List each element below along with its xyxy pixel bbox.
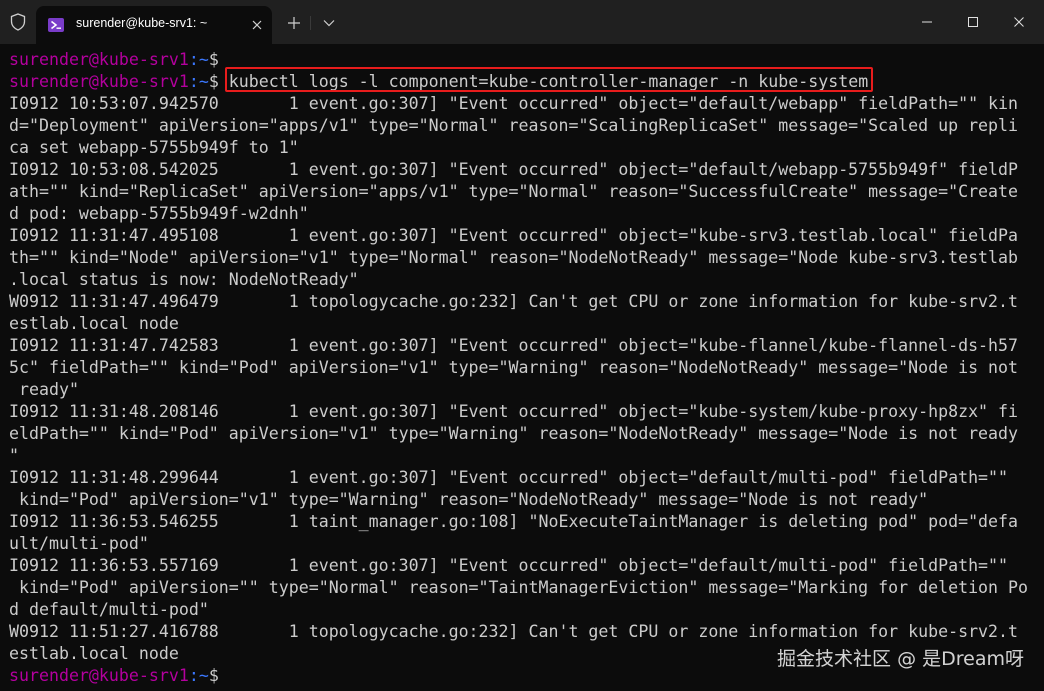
close-tab-icon[interactable] xyxy=(249,17,265,33)
command-line: surender@kube-srv1:~$ kubectl logs -l co… xyxy=(9,71,868,93)
log-line: I0912 10:53:07.942570 1 event.go:307] "E… xyxy=(9,94,1019,113)
prompt-user: surender@kube-srv1 xyxy=(9,72,189,91)
log-line: ca set webapp-5755b949f to 1" xyxy=(9,138,299,157)
prompt-line: surender@kube-srv1:~$ xyxy=(9,49,219,71)
log-line: I0912 11:31:48.208146 1 event.go:307] "E… xyxy=(9,402,1019,421)
log-line: d pod: webapp-5755b949f-w2dnh" xyxy=(9,204,309,223)
log-line: ath="" kind="ReplicaSet" apiVersion="app… xyxy=(9,182,1019,201)
log-line: kind="Pod" apiVersion="v1" type="Warning… xyxy=(9,490,929,509)
prompt-sign: $ xyxy=(208,72,219,91)
close-window-button[interactable] xyxy=(996,0,1042,44)
plus-icon xyxy=(288,17,300,29)
chevron-down-icon xyxy=(323,20,335,27)
prompt-sign: $ xyxy=(208,666,219,685)
log-line: d="Deployment" apiVersion="apps/v1" type… xyxy=(9,116,1019,135)
log-line: estlab.local node xyxy=(9,644,179,663)
prompt-user: surender@kube-srv1 xyxy=(9,50,189,69)
prompt-sign: $ xyxy=(208,50,219,69)
log-line: I0912 11:31:47.742583 1 event.go:307] "E… xyxy=(9,336,1019,355)
log-line: th="" kind="Node" apiVersion="v1" type="… xyxy=(9,248,1019,267)
shield-icon[interactable] xyxy=(6,10,30,34)
profile-dropdown-button[interactable] xyxy=(318,12,340,34)
title-bar: surender@kube-srv1: ~ xyxy=(0,0,1044,44)
log-line: kind="Pod" apiVersion="" type="Normal" r… xyxy=(9,578,1029,597)
terminal-tab[interactable]: surender@kube-srv1: ~ xyxy=(36,6,272,44)
log-line: I0912 10:53:08.542025 1 event.go:307] "E… xyxy=(9,160,1019,179)
log-line: eldPath="" kind="Pod" apiVersion="v1" ty… xyxy=(9,424,1019,443)
log-line: W0912 11:51:27.416788 1 topologycache.go… xyxy=(9,622,1019,641)
prompt-path: :~ xyxy=(188,666,209,685)
log-line: W0912 11:31:47.496479 1 topologycache.go… xyxy=(9,292,1019,311)
log-line: I0912 11:36:53.557169 1 event.go:307] "E… xyxy=(9,556,1009,575)
minimize-icon xyxy=(922,21,932,23)
tab-title: surender@kube-srv1: ~ xyxy=(76,16,208,30)
prompt-path: :~ xyxy=(188,72,209,91)
terminal-output[interactable]: surender@kube-srv1:~$ surender@kube-srv1… xyxy=(0,44,1044,691)
log-line: I0912 11:31:48.299644 1 event.go:307] "E… xyxy=(9,468,1009,487)
log-line: estlab.local node xyxy=(9,314,179,333)
log-line: " xyxy=(9,446,19,465)
watermark: 掘金技术社区 @ 是Dream呀 xyxy=(777,648,1024,670)
log-line: d default/multi-pod" xyxy=(9,600,209,619)
log-line: I0912 11:36:53.546255 1 taint_manager.go… xyxy=(9,512,1019,531)
command-text: kubectl logs -l component=kube-controlle… xyxy=(218,72,869,91)
log-line: .local status is now: NodeNotReady" xyxy=(9,270,359,289)
log-line: I0912 11:31:47.495108 1 event.go:307] "E… xyxy=(9,226,1019,245)
maximize-icon xyxy=(968,17,978,27)
minimize-button[interactable] xyxy=(904,0,950,44)
prompt-path: :~ xyxy=(188,50,209,69)
log-line: 5c" fieldPath="" kind="Pod" apiVersion="… xyxy=(9,358,1019,377)
divider xyxy=(310,16,311,30)
maximize-button[interactable] xyxy=(950,0,996,44)
new-tab-button[interactable] xyxy=(283,12,305,34)
prompt-line: surender@kube-srv1:~$ xyxy=(9,665,219,687)
close-icon xyxy=(1014,17,1024,27)
prompt-user: surender@kube-srv1 xyxy=(9,666,189,685)
log-line: ready" xyxy=(9,380,79,399)
powershell-icon xyxy=(48,17,64,33)
log-line: ult/multi-pod" xyxy=(9,534,149,553)
